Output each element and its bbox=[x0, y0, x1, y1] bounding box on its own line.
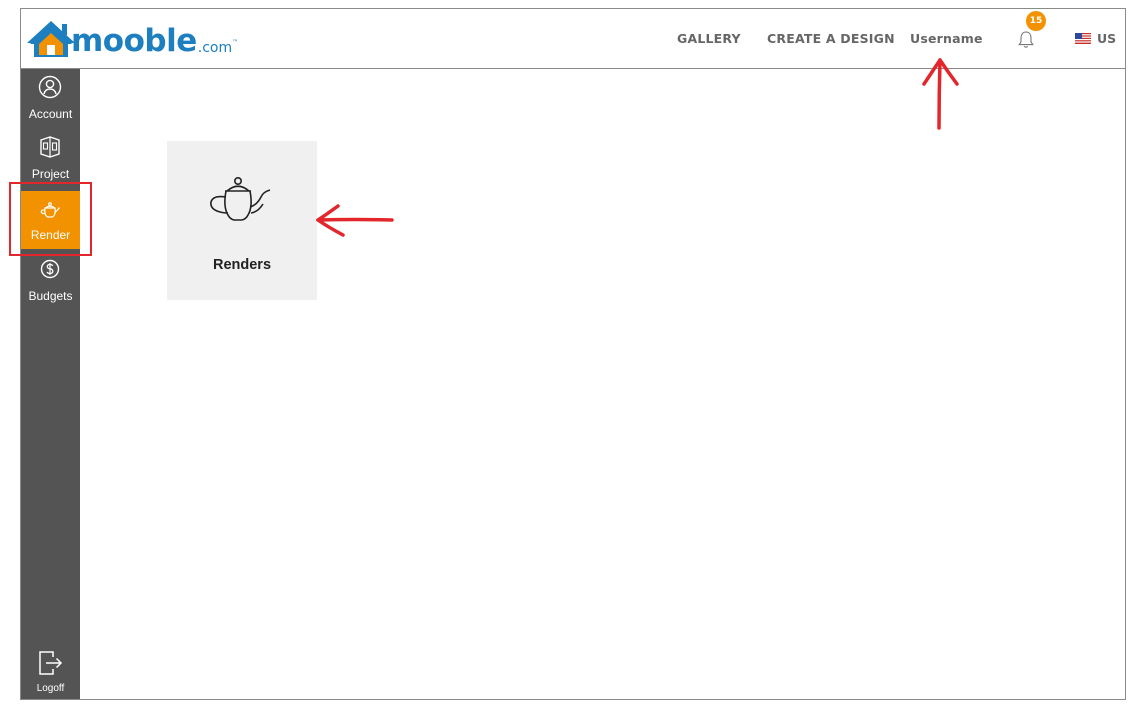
room-icon bbox=[40, 136, 60, 158]
logo-trademark: ™ bbox=[232, 39, 239, 46]
sidebar: Account Project Render Budgets Logoff bbox=[21, 69, 80, 699]
sidebar-item-logoff[interactable]: Logoff bbox=[21, 645, 80, 699]
bell-icon[interactable] bbox=[1017, 30, 1035, 50]
user-menu-link[interactable]: Username bbox=[910, 31, 983, 46]
renders-card-label: Renders bbox=[212, 257, 272, 273]
sidebar-item-label: Budgets bbox=[28, 289, 73, 303]
sidebar-item-account[interactable]: Account bbox=[21, 71, 80, 129]
top-header: mooble .com ™ GALLERY CREATE A DESIGN Us… bbox=[21, 9, 1125, 69]
sidebar-item-label: Project bbox=[31, 167, 70, 181]
language-label: US bbox=[1097, 31, 1117, 46]
teapot-icon bbox=[210, 176, 271, 221]
user-circle-icon bbox=[38, 75, 62, 99]
nav-create-design-link[interactable]: CREATE A DESIGN bbox=[767, 31, 895, 46]
logo-domain-suffix: .com bbox=[197, 40, 233, 56]
sidebar-item-budgets[interactable]: Budgets bbox=[21, 253, 80, 311]
language-selector[interactable]: US bbox=[1075, 31, 1116, 46]
sidebar-item-render[interactable]: Render bbox=[21, 191, 80, 249]
mooble-logo[interactable]: mooble .com ™ bbox=[25, 19, 238, 59]
us-flag-icon bbox=[1075, 33, 1091, 44]
teapot-icon bbox=[40, 202, 60, 218]
notification-count-badge: 15 bbox=[1026, 11, 1046, 31]
app-window: mooble .com ™ GALLERY CREATE A DESIGN Us… bbox=[20, 8, 1126, 700]
house-logo-icon bbox=[27, 21, 75, 57]
logout-icon bbox=[39, 651, 63, 675]
dollar-circle-icon bbox=[40, 259, 60, 279]
sidebar-item-project[interactable]: Project bbox=[21, 131, 80, 189]
sidebar-item-label: Account bbox=[28, 107, 73, 121]
renders-card[interactable]: Renders bbox=[167, 141, 317, 300]
logo-brand-text: mooble bbox=[71, 23, 197, 59]
sidebar-item-label: Logoff bbox=[36, 683, 65, 694]
nav-gallery-link[interactable]: GALLERY bbox=[677, 31, 741, 46]
sidebar-item-label: Render bbox=[30, 228, 71, 242]
